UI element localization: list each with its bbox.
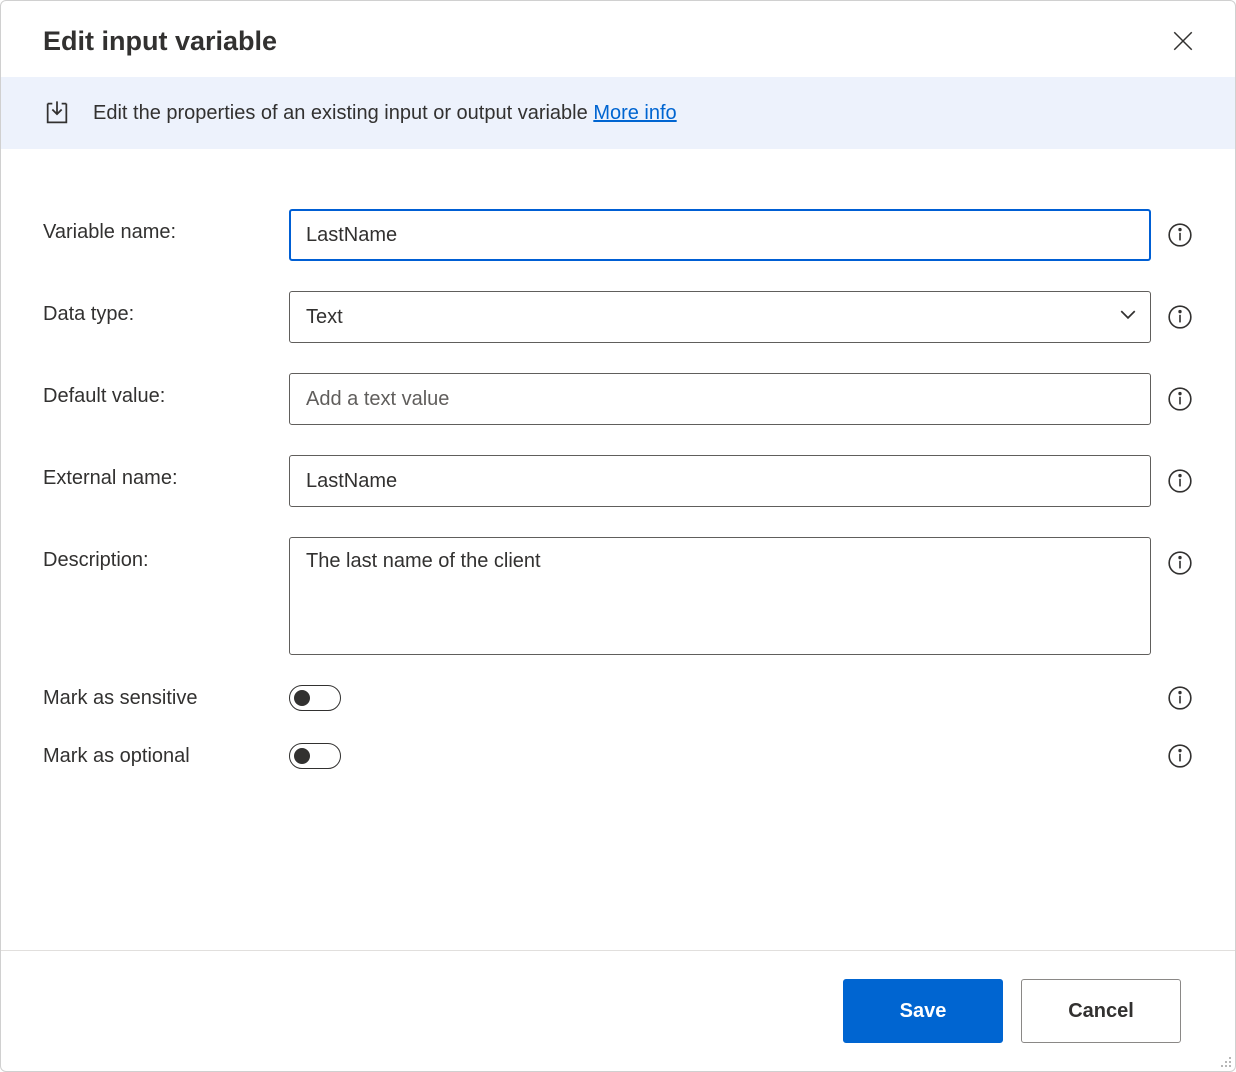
external-name-input[interactable]	[289, 455, 1151, 507]
variable-name-row: Variable name:	[43, 209, 1193, 261]
info-icon[interactable]	[1167, 743, 1193, 769]
more-info-link[interactable]: More info	[593, 102, 676, 124]
description-label: Description:	[43, 537, 289, 572]
external-name-label: External name:	[43, 455, 289, 490]
external-name-row: External name:	[43, 455, 1193, 507]
data-type-label: Data type:	[43, 291, 289, 326]
default-value-input[interactable]	[289, 373, 1151, 425]
info-icon[interactable]	[1167, 685, 1193, 711]
close-button[interactable]	[1167, 25, 1199, 57]
dialog-header: Edit input variable	[1, 1, 1235, 77]
info-icon[interactable]	[1167, 386, 1193, 412]
info-banner-text: Edit the properties of an existing input…	[93, 102, 677, 125]
mark-optional-row: Mark as optional	[43, 743, 1193, 769]
description-row: Description:	[43, 537, 1193, 655]
close-icon	[1173, 31, 1193, 51]
mark-sensitive-label: Mark as sensitive	[43, 687, 289, 710]
form-body: Variable name: Data type: Text	[1, 149, 1235, 950]
mark-sensitive-toggle[interactable]	[289, 685, 341, 711]
dialog-title: Edit input variable	[43, 26, 277, 57]
description-input[interactable]	[289, 537, 1151, 655]
info-icon[interactable]	[1167, 304, 1193, 330]
resize-grip-icon[interactable]	[1216, 1052, 1232, 1068]
info-icon[interactable]	[1167, 468, 1193, 494]
default-value-label: Default value:	[43, 373, 289, 408]
edit-variable-dialog: Edit input variable Edit the properties …	[0, 0, 1236, 1072]
save-button[interactable]: Save	[843, 979, 1003, 1043]
variable-name-input[interactable]	[289, 209, 1151, 261]
default-value-row: Default value:	[43, 373, 1193, 425]
mark-optional-toggle[interactable]	[289, 743, 341, 769]
import-icon	[43, 99, 71, 127]
info-icon[interactable]	[1167, 550, 1193, 576]
info-banner: Edit the properties of an existing input…	[1, 77, 1235, 149]
mark-sensitive-row: Mark as sensitive	[43, 685, 1193, 711]
data-type-select[interactable]: Text	[289, 291, 1151, 343]
info-icon[interactable]	[1167, 222, 1193, 248]
cancel-button[interactable]: Cancel	[1021, 979, 1181, 1043]
variable-name-label: Variable name:	[43, 209, 289, 244]
mark-optional-label: Mark as optional	[43, 745, 289, 768]
data-type-row: Data type: Text	[43, 291, 1193, 343]
dialog-footer: Save Cancel	[1, 950, 1235, 1071]
